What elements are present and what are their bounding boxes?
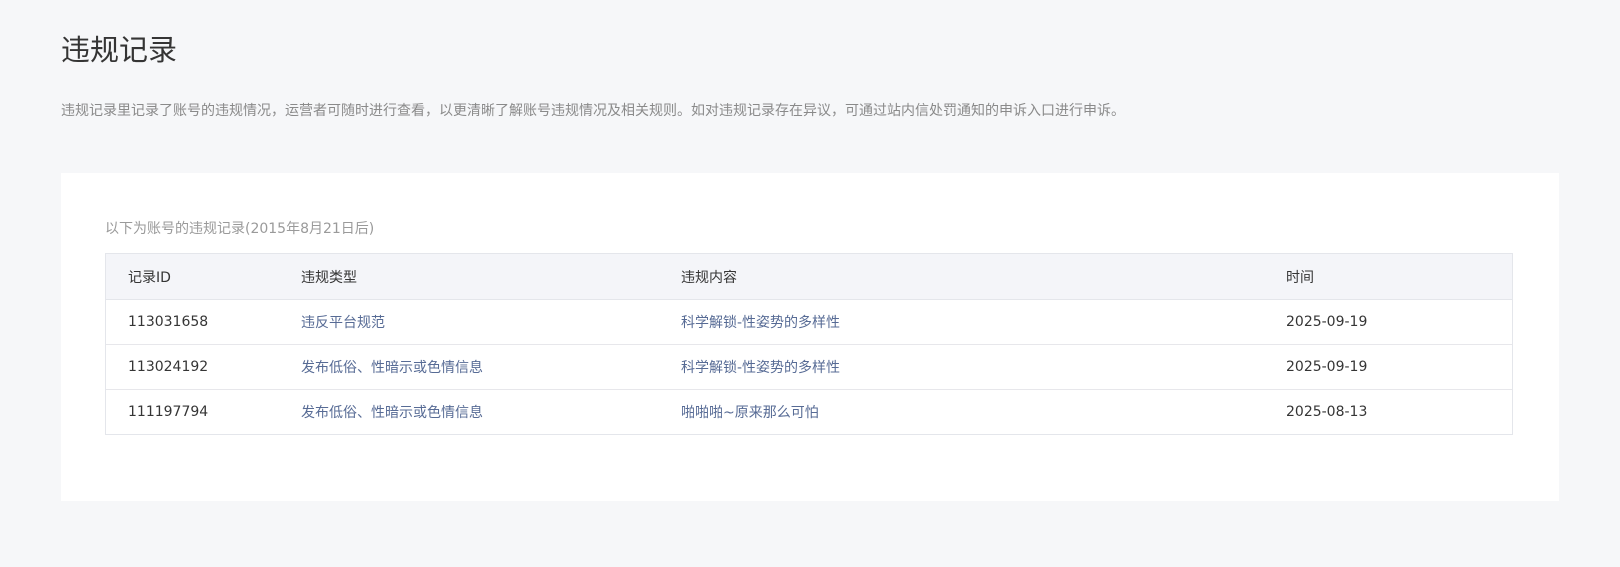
record-id: 113031658 [128,314,209,330]
record-id: 113024192 [128,359,209,375]
column-header-content: 违规内容 [681,269,737,286]
page-title: 违规记录 [61,33,178,67]
violation-content-link[interactable]: 啪啪啪~原来那么可怕 [681,402,1286,422]
violation-content-link[interactable]: 科学解锁-性姿势的多样性 [681,312,1286,332]
records-table: 记录ID 违规类型 违规内容 时间 113031658 违反平台规范 科学解锁-… [105,253,1513,435]
records-caption: 以下为账号的违规记录(2015年8月21日后) [105,221,375,237]
column-header-type: 违规类型 [301,269,357,286]
violation-type-link[interactable]: 发布低俗、性暗示或色情信息 [301,357,681,377]
column-header-id: 记录ID [128,269,171,286]
violation-records-page: 违规记录 违规记录里记录了账号的违规情况，运营者可随时进行查看，以更清晰了解账号… [0,0,1620,567]
table-header-row: 记录ID 违规类型 违规内容 时间 [106,254,1512,299]
table-row: 113031658 违反平台规范 科学解锁-性姿势的多样性 2025-09-19 [106,299,1512,344]
record-id: 111197794 [128,404,209,420]
record-time: 2025-08-13 [1286,404,1368,420]
records-card: 以下为账号的违规记录(2015年8月21日后) 记录ID 违规类型 违规内容 时… [61,173,1559,501]
table-row: 113024192 发布低俗、性暗示或色情信息 科学解锁-性姿势的多样性 202… [106,344,1512,389]
record-time: 2025-09-19 [1286,359,1368,375]
column-header-time: 时间 [1286,269,1314,286]
violation-type-link[interactable]: 违反平台规范 [301,312,681,332]
violation-type-link[interactable]: 发布低俗、性暗示或色情信息 [301,402,681,422]
violation-content-link[interactable]: 科学解锁-性姿势的多样性 [681,357,1286,377]
record-time: 2025-09-19 [1286,314,1368,330]
table-row: 111197794 发布低俗、性暗示或色情信息 啪啪啪~原来那么可怕 2025-… [106,389,1512,434]
page-description: 违规记录里记录了账号的违规情况，运营者可随时进行查看，以更清晰了解账号违规情况及… [61,103,1125,119]
